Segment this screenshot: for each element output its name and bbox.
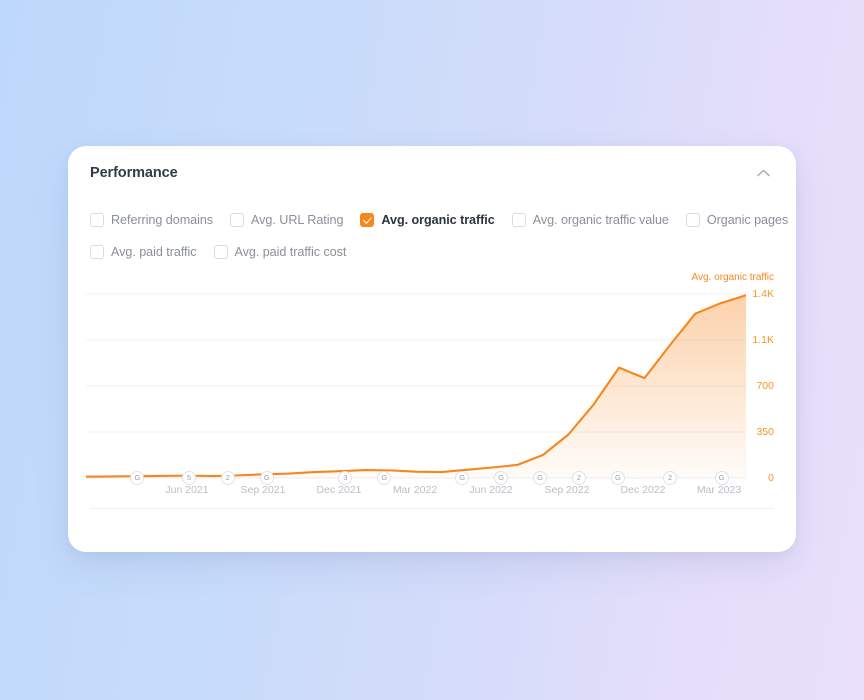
checkbox-label: Organic pages <box>706 213 789 227</box>
checkbox-checked-icon[interactable] <box>360 213 375 227</box>
metric-row-2: Avg. paid traffic Avg. paid traffic cost <box>90 236 790 268</box>
page-background: { "card": { "title": "Performance", "col… <box>0 0 864 700</box>
y-axis-label-1: 1.4K <box>752 288 774 300</box>
checkbox-avg-paid-traffic[interactable]: Avg. paid traffic <box>90 245 197 259</box>
chevron-up-icon[interactable] <box>752 162 774 184</box>
chart-series-caption: Avg. organic traffic <box>691 272 774 283</box>
chart-event-marker[interactable]: G <box>130 471 145 485</box>
checkbox-icon[interactable] <box>230 213 245 227</box>
metric-row-1: Referring domains Avg. URL Rating Avg. o… <box>90 204 790 236</box>
y-axis-label-5: 0 <box>768 472 774 484</box>
checkbox-label: Avg. paid traffic <box>111 245 197 259</box>
chart-event-marker[interactable]: G <box>714 471 729 485</box>
chart-event-marker[interactable]: 2 <box>220 471 235 485</box>
performance-card: Performance Referring domains Avg. URL R… <box>68 146 796 552</box>
checkbox-label: Avg. organic traffic value <box>532 213 669 227</box>
x-axis-label-4: Mar 2022 <box>392 484 438 496</box>
checkbox-label: Avg. paid traffic cost <box>234 245 347 259</box>
checkbox-label: Avg. URL Rating <box>251 213 344 227</box>
checkbox-referring-domains[interactable]: Referring domains <box>90 213 213 227</box>
chart-event-marker[interactable]: 3 <box>338 471 353 485</box>
chart-event-marker[interactable]: 2 <box>572 471 587 485</box>
chart-event-marker[interactable]: G <box>533 471 548 485</box>
card-header: Performance <box>68 146 796 200</box>
checkbox-icon[interactable] <box>90 213 104 227</box>
page-title: Performance <box>90 165 178 181</box>
x-axis-label-2: Sep 2021 <box>240 484 286 496</box>
checkbox-icon[interactable] <box>90 245 104 259</box>
chart-event-marker[interactable]: G <box>259 471 274 485</box>
chart-area-fill <box>86 295 746 478</box>
x-axis-label-1: Jun 2021 <box>165 484 209 496</box>
chart-svg <box>86 293 746 479</box>
chart-event-marker[interactable]: G <box>494 471 509 485</box>
chart-event-marker[interactable]: G <box>377 471 392 485</box>
chart-event-marker[interactable]: G <box>455 471 470 485</box>
x-axis-label-3: Dec 2021 <box>316 484 362 496</box>
y-axis-label-3: 700 <box>756 380 774 392</box>
performance-chart: Avg. organic traffic 1.4K 1.1K 700 350 0… <box>68 272 796 524</box>
checkbox-organic-pages[interactable]: Organic pages <box>685 213 789 227</box>
checkbox-avg-url-rating[interactable]: Avg. URL Rating <box>230 213 343 227</box>
metric-checkbox-group: Referring domains Avg. URL Rating Avg. o… <box>90 204 790 268</box>
checkbox-icon[interactable] <box>685 213 700 227</box>
x-axis-label-8: Mar 2023 <box>696 484 742 496</box>
x-axis-label-5: Jun 2022 <box>469 484 513 496</box>
x-axis-label-6: Sep 2022 <box>544 484 590 496</box>
checkbox-icon[interactable] <box>213 245 228 259</box>
checkbox-icon[interactable] <box>511 213 526 227</box>
card-divider <box>90 508 774 509</box>
chart-plot-area <box>86 292 746 482</box>
x-axis-label-7: Dec 2022 <box>620 484 666 496</box>
checkbox-label: Avg. organic traffic <box>381 213 495 227</box>
y-axis-label-4: 350 <box>756 426 774 438</box>
y-axis-label-2: 1.1K <box>752 334 774 346</box>
chart-event-marker[interactable]: 5 <box>181 471 196 485</box>
chart-event-marker[interactable]: G <box>610 471 625 485</box>
checkbox-avg-organic-traffic-value[interactable]: Avg. organic traffic value <box>511 213 669 227</box>
checkbox-avg-paid-traffic-cost[interactable]: Avg. paid traffic cost <box>213 245 347 259</box>
chart-event-marker[interactable]: 2 <box>663 471 678 485</box>
checkbox-avg-organic-traffic[interactable]: Avg. organic traffic <box>360 213 495 227</box>
checkbox-label: Referring domains <box>111 213 214 227</box>
